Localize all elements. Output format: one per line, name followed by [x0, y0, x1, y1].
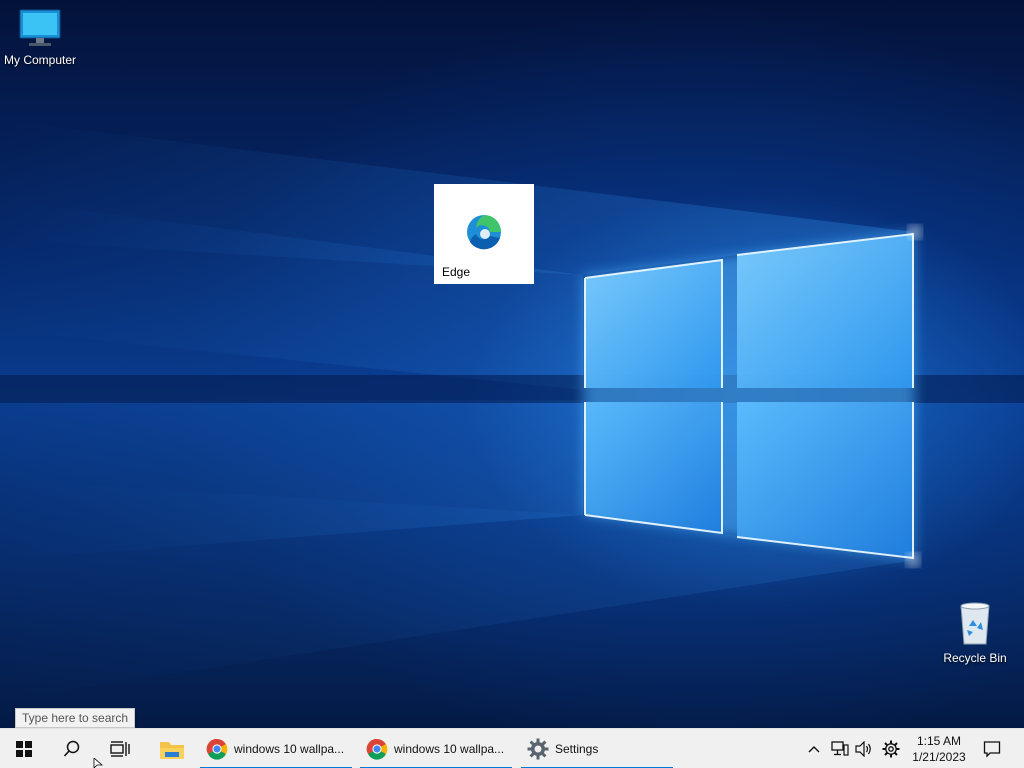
- volume-icon: [855, 741, 871, 757]
- desktop-icon-recycle-bin[interactable]: Recycle Bin: [935, 600, 1015, 665]
- file-explorer-button[interactable]: [148, 729, 196, 768]
- taskbar-app-settings[interactable]: Settings: [521, 729, 673, 768]
- search-button[interactable]: [48, 729, 96, 768]
- settings-gear-icon: [527, 738, 549, 760]
- edge-icon: [467, 215, 501, 250]
- monitor-icon: [19, 9, 61, 46]
- chevron-up-icon: [808, 746, 820, 753]
- wallpaper: [0, 120, 1024, 700]
- taskbar: windows 10 wallpa... windows 10 wallpa..…: [0, 728, 1024, 768]
- search-tooltip: Type here to search: [15, 708, 136, 728]
- action-center-button[interactable]: [978, 729, 1006, 768]
- chrome-icon: [206, 738, 228, 760]
- search-icon: [63, 740, 80, 757]
- task-view-button[interactable]: [96, 729, 144, 768]
- volume-button[interactable]: [853, 729, 875, 768]
- taskbar-app-chrome-1[interactable]: windows 10 wallpa...: [200, 729, 352, 768]
- chrome-icon: [366, 738, 388, 760]
- desktop: My Computer Edge Recycle Bin: [0, 0, 1024, 728]
- network-button[interactable]: [828, 729, 852, 768]
- clock-time: 1:15 AM: [916, 734, 962, 748]
- desktop-icon-label: Edge: [442, 265, 471, 279]
- start-button[interactable]: [0, 729, 48, 768]
- recycle-bin-icon: [960, 602, 990, 645]
- clock[interactable]: 1:15 AM 1/21/2023: [906, 729, 972, 768]
- network-icon: [831, 741, 849, 756]
- windows-logo-icon: [16, 741, 32, 757]
- task-view-icon: [110, 741, 130, 757]
- desktop-icon-label: My Computer: [3, 53, 77, 67]
- desktop-icon-label: Recycle Bin: [943, 651, 1007, 665]
- tray-settings-button[interactable]: [878, 729, 904, 768]
- notification-icon: [983, 741, 1001, 758]
- taskbar-app-label: windows 10 wallpa...: [394, 742, 505, 756]
- desktop-icon-my-computer[interactable]: My Computer: [0, 8, 80, 67]
- clock-date: 1/21/2023: [912, 750, 966, 764]
- gear-icon: [882, 740, 900, 758]
- mouse-cursor-icon: [93, 758, 103, 768]
- file-explorer-icon: [160, 742, 184, 759]
- taskbar-app-label: windows 10 wallpa...: [234, 742, 345, 756]
- show-hidden-icons-button[interactable]: [804, 729, 824, 768]
- taskbar-app-chrome-2[interactable]: windows 10 wallpa...: [360, 729, 512, 768]
- taskbar-app-label: Settings: [555, 742, 599, 756]
- desktop-icon-edge[interactable]: Edge: [434, 184, 534, 284]
